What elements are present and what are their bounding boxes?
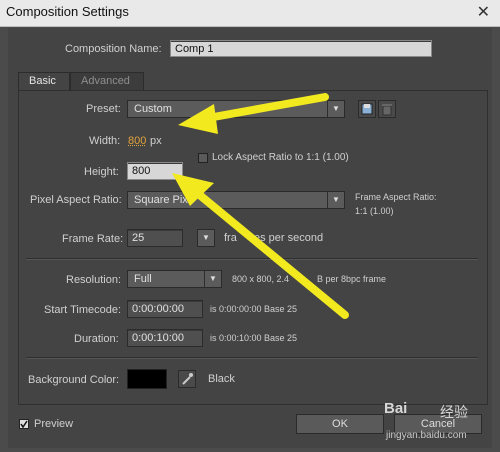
chevron-down-icon: ▼ [327, 101, 344, 117]
frame-rate-input[interactable]: 25 [127, 229, 183, 247]
start-timecode-info: is 0:00:00:00 Base 25 [210, 304, 298, 314]
watermark-brand-2: 经验 [440, 404, 468, 420]
width-value[interactable]: 800 [128, 135, 146, 147]
watermark-url: jingyan.baidu.com [386, 430, 467, 441]
duration-info: is 0:00:10:00 Base 25 [210, 333, 298, 343]
composition-name-input[interactable]: Comp 1 [170, 40, 432, 57]
tab-advanced[interactable]: Advanced [70, 72, 144, 90]
chevron-down-icon: ▼ [202, 233, 210, 242]
height-label: Height: [84, 166, 119, 178]
resolution-dropdown[interactable]: Full ▼ [127, 270, 222, 288]
chevron-down-icon: ▼ [327, 192, 344, 208]
pixel-aspect-dropdown[interactable]: Square Pix ▼ [127, 191, 345, 209]
frame-rate-suffix-2: es per second [254, 232, 324, 244]
resolution-info: 800 x 800, 2.4 [232, 274, 290, 284]
resolution-info-2: B per 8bpc frame [317, 274, 387, 284]
duration-label: Duration: [74, 333, 119, 345]
resolution-label: Resolution: [66, 274, 122, 286]
background-color-swatch[interactable] [127, 369, 167, 389]
divider [26, 258, 478, 260]
start-timecode-label: Start Timecode: [44, 304, 122, 316]
watermark-brand: Bai [384, 400, 408, 417]
frame-rate-dropdown[interactable]: ▼ [197, 229, 215, 247]
frame-aspect-value: 1:1 (1.00) [355, 206, 394, 216]
divider [26, 357, 478, 359]
background-color-name: Black [208, 373, 235, 385]
ok-button[interactable]: OK [296, 414, 384, 434]
save-preset-icon[interactable] [358, 100, 376, 118]
resolution-value: Full [134, 273, 152, 285]
background-color-label: Background Color: [28, 374, 120, 386]
title-bar: Composition Settings ✕ [0, 0, 500, 27]
frame-aspect-label: Frame Aspect Ratio: [355, 192, 437, 202]
preset-dropdown[interactable]: Custom ▼ [127, 100, 345, 118]
lock-aspect-checkbox[interactable] [198, 153, 208, 163]
composition-name-label: Composition Name: [65, 43, 162, 55]
preset-label: Preset: [86, 103, 121, 115]
width-label: Width: [89, 135, 121, 147]
duration-input[interactable]: 0:00:10:00 [127, 329, 203, 347]
frame-rate-label: Frame Rate: [62, 233, 124, 245]
height-input[interactable]: 800 [127, 162, 183, 180]
preset-value: Custom [134, 103, 172, 115]
preview-label: Preview [34, 418, 74, 430]
window-title: Composition Settings [6, 4, 129, 19]
eyedropper-icon[interactable] [178, 370, 196, 388]
close-icon[interactable]: ✕ [477, 2, 490, 22]
tab-basic[interactable]: Basic [18, 72, 70, 90]
start-timecode-input[interactable]: 0:00:00:00 [127, 300, 203, 318]
delete-preset-icon[interactable] [378, 100, 396, 118]
frame-rate-suffix: fra [224, 232, 237, 244]
width-unit: px [150, 135, 162, 147]
chevron-down-icon: ▼ [204, 271, 221, 287]
pixel-aspect-label: Pixel Aspect Ratio: [30, 194, 122, 206]
preview-checkbox[interactable] [19, 419, 29, 429]
pixel-aspect-value: Square Pix [134, 194, 188, 206]
lock-aspect-label: Lock Aspect Ratio to 1:1 (1.00) [212, 152, 349, 163]
